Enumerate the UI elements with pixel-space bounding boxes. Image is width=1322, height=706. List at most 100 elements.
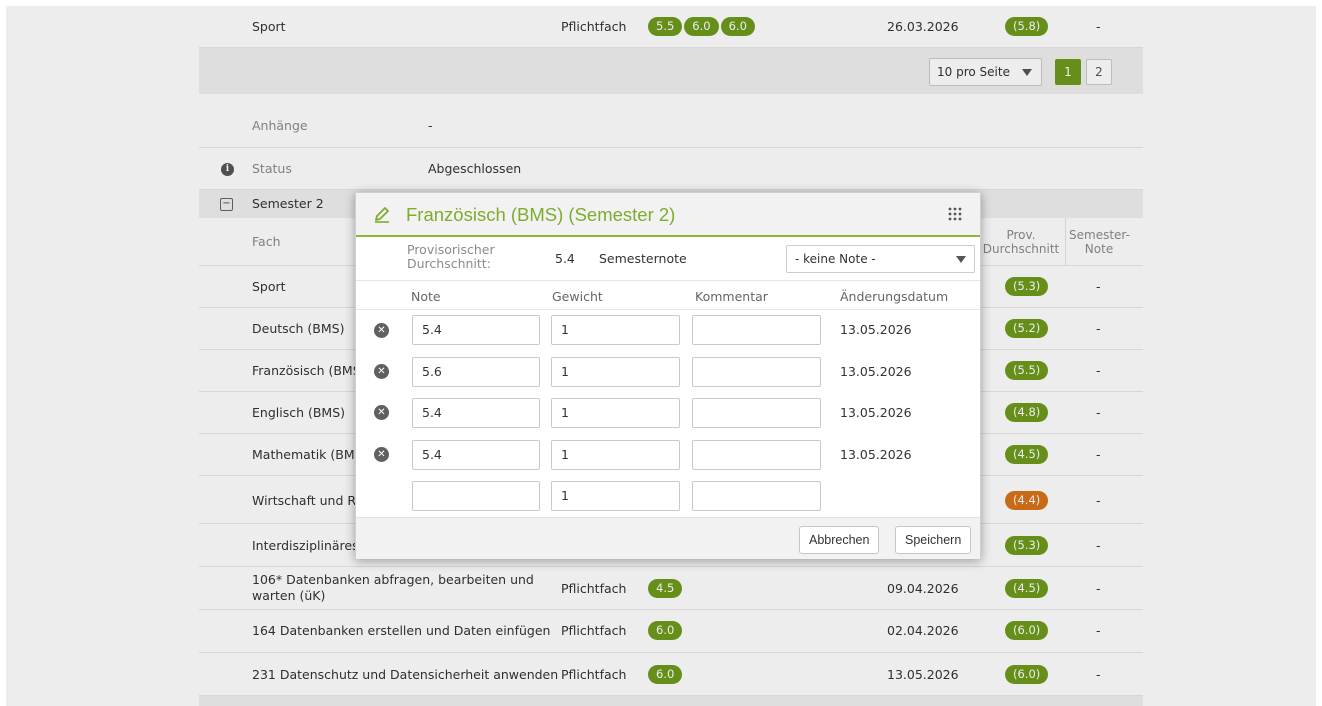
note-input[interactable]: 5.4 [412,398,540,428]
grade-pill[interactable]: 6.0 [720,17,755,36]
collapse-icon[interactable]: − [220,198,233,211]
comment-input[interactable] [692,398,821,428]
subject-name: 106* Datenbanken abfragen, bearbeiten un… [252,572,534,603]
change-date: 13.05.2026 [840,405,912,420]
column-semester: Semester- Note [1069,228,1130,256]
grade-pill[interactable]: 4.5 [648,579,683,598]
comment-input[interactable] [692,440,821,470]
dialog-title: Französisch (BMS) (Semester 2) [406,204,676,225]
remove-icon[interactable]: ✕ [374,447,389,462]
note-input[interactable]: 5.6 [412,357,540,387]
grid-menu-icon[interactable] [948,207,962,221]
grade-pill[interactable]: 6.0 [648,665,683,684]
semester-grade: - [1096,623,1101,638]
grade-date: 26.03.2026 [887,19,959,34]
cancel-button[interactable]: Abbrechen [799,526,880,554]
subject-name: Deutsch (BMS) [252,321,345,336]
grade-date: 09.04.2026 [887,581,959,596]
new-note-input[interactable] [412,481,540,511]
grade-date: 13.05.2026 [887,667,959,682]
table-row[interactable]: 106* Datenbanken abfragen, bearbeiten un… [199,567,1143,610]
chevron-down-icon [956,256,966,263]
semester-grade: - [1096,667,1101,682]
semester-grade-select[interactable]: - keine Note - [786,245,975,273]
weight-input[interactable]: 1 [551,315,680,345]
attachments-value: - [428,118,433,133]
status-label: Status [252,161,292,176]
semester-grade-label: Semesternote [599,251,687,266]
subject-name: 164 Datenbanken erstellen und Daten einf… [252,623,551,638]
chevron-down-icon [1022,69,1032,76]
weight-input[interactable]: 1 [551,440,680,470]
subject-name: Französisch (BMS) [252,363,366,378]
subject-name: Englisch (BMS) [252,405,346,420]
attachments-row: Anhänge - [199,104,1143,148]
subject-type: Pflichtfach [561,581,627,596]
avg-badge: (4.8) [1005,403,1050,422]
page: Sport Pflichtfach 5.5 6.0 6.0 26.03.2026 (… [0,0,1322,706]
avg-badge: (5.3) [1005,536,1050,555]
column-prov-avg: Prov. Durchschnitt [982,228,1060,256]
weight-input[interactable]: 1 [551,357,680,387]
divider [356,309,980,310]
comment-input[interactable] [692,315,821,345]
dialog-header: Französisch (BMS) (Semester 2) [356,193,980,237]
grade-list: 4.5 [648,579,684,598]
attachments-label: Anhänge [252,118,308,133]
edit-grades-dialog: Französisch (BMS) (Semester 2) Provisori… [355,192,981,559]
grade-pill[interactable]: 6.0 [648,621,683,640]
avg-badge: (4.5) [1005,445,1050,464]
status-value: Abgeschlossen [428,161,522,176]
page-button-2[interactable]: 2 [1086,59,1112,85]
semester-grade: - [1096,363,1101,378]
semester-grade: - [1096,405,1101,420]
subject-type: Pflichtfach [561,667,627,682]
avg-badge: (5.5) [1005,361,1050,380]
semester-grade: - [1096,279,1101,294]
grade-list: 6.0 [648,665,684,684]
comment-input[interactable] [692,357,821,387]
avg-badge: (5.2) [1005,319,1050,338]
new-comment-input[interactable] [692,481,821,511]
semester-grade: - [1096,19,1101,34]
column-note: Note [411,289,441,304]
remove-icon[interactable]: ✕ [374,364,389,379]
table-row[interactable]: 164 Datenbanken erstellen und Daten einf… [199,610,1143,653]
per-page-select[interactable]: 10 pro Seite [929,58,1042,86]
subject-name: Sport [252,19,286,34]
pager-bar: 10 pro Seite 1 2 [199,48,1143,94]
subject-type: Pflichtfach [561,623,627,638]
subject-name: Wirtschaft und Re [252,493,364,508]
status-row: i Status Abgeschlossen [199,148,1143,190]
semester-grade: - [1096,493,1101,508]
pencil-icon [375,207,389,223]
subject-name: Mathematik (BMS) [252,447,368,462]
column-date: Änderungsdatum [840,289,949,304]
new-weight-input[interactable]: 1 [551,481,680,511]
subject-type: Pflichtfach [561,19,627,34]
note-input[interactable]: 5.4 [412,440,540,470]
remove-icon[interactable]: ✕ [374,323,389,338]
table-row[interactable]: 231 Datenschutz und Datensicherheit anwe… [199,653,1143,696]
weight-input[interactable]: 1 [551,398,680,428]
note-input[interactable]: 5.4 [412,315,540,345]
page-button-1[interactable]: 1 [1055,59,1081,85]
change-date: 13.05.2026 [840,364,912,379]
grade-pill[interactable]: 5.5 [648,17,683,36]
change-date: 13.05.2026 [840,322,912,337]
grade-pill[interactable]: 6.0 [684,17,719,36]
avg-badge: (4.4) [1005,491,1050,510]
semester-grade: - [1096,581,1101,596]
remove-icon[interactable]: ✕ [374,405,389,420]
avg-badge: (6.0) [1005,665,1050,684]
prov-avg-label: Provisorischer Durchschnitt: [407,242,495,271]
semester-title: Semester 2 [252,196,324,211]
change-date: 13.05.2026 [840,447,912,462]
avg-badge: (6.0) [1005,621,1050,640]
save-button[interactable]: Speichern [895,526,972,554]
subject-name: 231 Datenschutz und Datensicherheit anwe… [252,667,559,682]
table-row: Sport Pflichtfach 5.5 6.0 6.0 26.03.2026 (… [199,6,1143,48]
semester-grade: - [1096,538,1101,553]
semester-grade: - [1096,447,1101,462]
avg-badge: (5.8) [1005,17,1050,36]
